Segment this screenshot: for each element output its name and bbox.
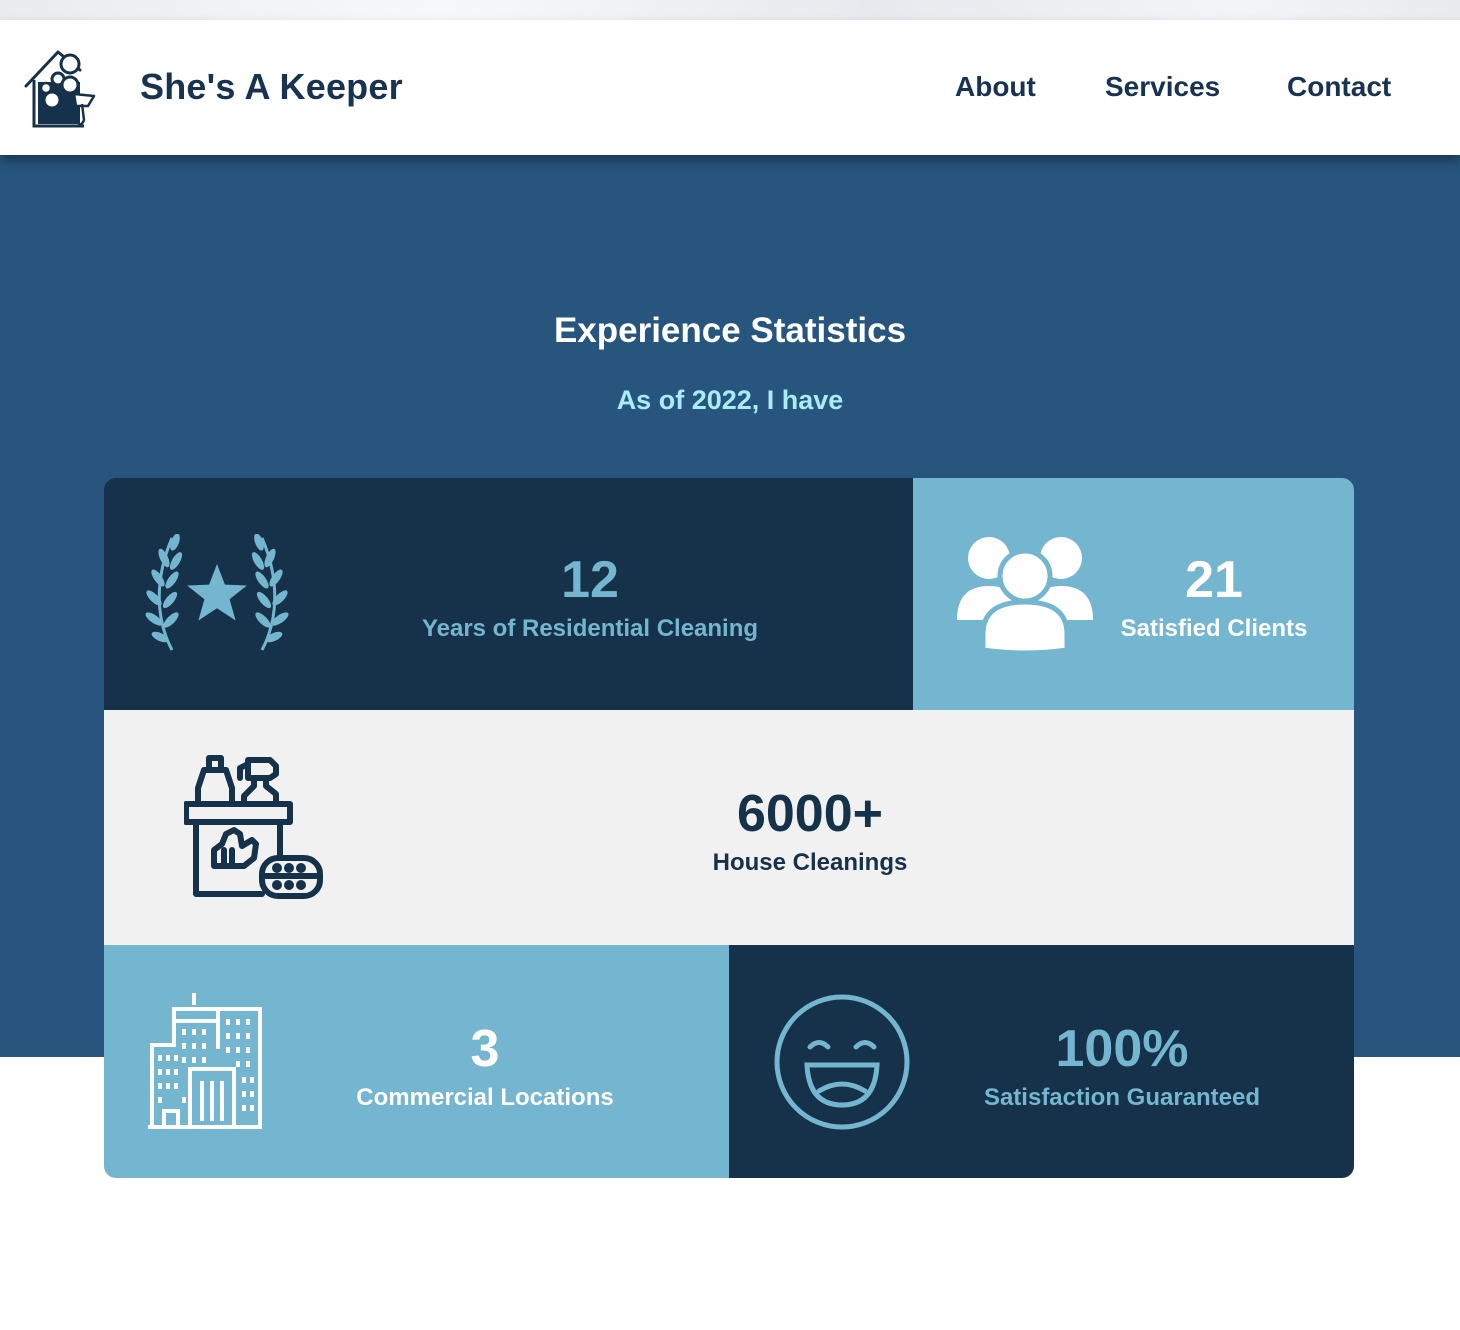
section-title: Experience Statistics [553, 311, 907, 351]
stat-label: Commercial Locations [356, 1084, 614, 1111]
cleaning-supplies-icon [183, 754, 324, 907]
laughing-face-icon [773, 993, 911, 1136]
stat-label: House Cleanings [712, 849, 908, 876]
stat-value: 100% [1055, 1020, 1189, 1078]
stat-text-commercial: 3 Commercial Locations [330, 1023, 640, 1111]
buildings-icon [146, 993, 264, 1136]
stat-text-cleanings: 6000+ House Cleanings [660, 788, 960, 876]
stat-value: 3 [470, 1020, 500, 1078]
stat-value: 21 [1185, 551, 1243, 609]
nav-link-contact[interactable]: Contact [1287, 71, 1391, 103]
top-strip [0, 0, 1460, 20]
stats-grid: 12 Years of Residential Cleaning 21 Sati… [104, 478, 1354, 1178]
stat-tile-clients: 21 Satisfied Clients [913, 478, 1354, 710]
laurel-star-icon [140, 533, 294, 659]
section-subtitle: As of 2022, I have [616, 385, 844, 415]
site-header: She's A Keeper About Services Contact [0, 20, 1460, 155]
stat-tile-years: 12 Years of Residential Cleaning [104, 478, 913, 710]
house-cleaning-logo-icon[interactable] [22, 46, 100, 130]
stat-text-satisfaction: 100% Satisfaction Guaranteed [962, 1023, 1282, 1111]
nav-link-services[interactable]: Services [1105, 71, 1220, 103]
stat-text-clients: 21 Satisfied Clients [1109, 554, 1319, 642]
stat-tile-commercial: 3 Commercial Locations [104, 945, 729, 1178]
stat-text-years: 12 Years of Residential Cleaning [390, 554, 790, 642]
stat-value: 6000+ [736, 785, 884, 843]
stat-value: 12 [561, 551, 619, 609]
stat-tile-cleanings: 6000+ House Cleanings [104, 710, 1354, 945]
stat-label: Satisfied Clients [1120, 615, 1308, 642]
brand-name[interactable]: She's A Keeper [140, 66, 403, 108]
stat-label: Satisfaction Guaranteed [983, 1084, 1261, 1111]
nav-link-about[interactable]: About [955, 71, 1036, 103]
stat-tile-satisfaction: 100% Satisfaction Guaranteed [729, 945, 1354, 1178]
people-group-icon [957, 536, 1093, 657]
stat-label: Years of Residential Cleaning [421, 615, 759, 642]
